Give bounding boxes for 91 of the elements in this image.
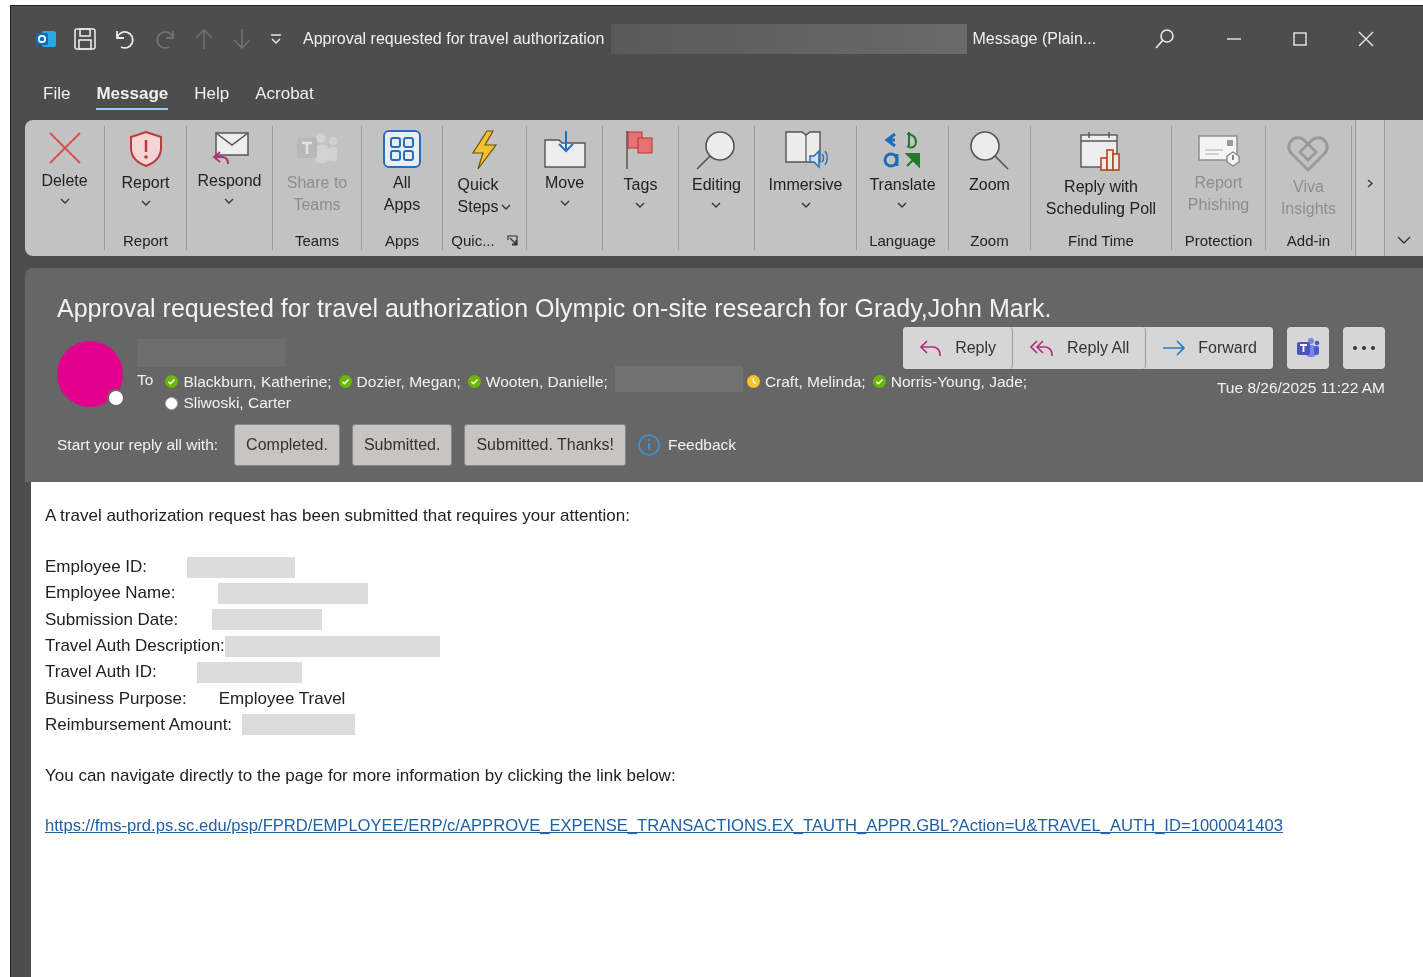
folder-arrow-icon: [543, 130, 586, 168]
lightning-icon: [469, 130, 500, 170]
magnifier-icon: [695, 130, 738, 170]
calendar-chart-icon: [1079, 130, 1123, 172]
ribbon-button-label: Immersive: [768, 175, 843, 195]
recipient-name[interactable]: Norris-Young, Jade;: [890, 372, 1028, 391]
ribbon-button[interactable]: Delete: [41, 126, 88, 230]
ribbon-button-label: Quick Steps: [457, 175, 499, 217]
teams-icon: [1296, 337, 1320, 359]
ribbon-button[interactable]: Editing: [692, 126, 741, 230]
recipient-name[interactable]: Wooten, Danielle;: [485, 372, 608, 391]
chevron-right-icon: [1367, 178, 1373, 188]
menu-tab[interactable]: Acrobat: [255, 80, 314, 110]
menu-tab[interactable]: Help: [194, 80, 230, 110]
recipient-name[interactable]: Blackburn, Katherine;: [183, 372, 332, 391]
quick-reply-label: Start your reply all with:: [57, 436, 219, 454]
body-text: You can navigate directly to the page for more information by clicking the link below:: [45, 766, 677, 787]
save-icon[interactable]: [73, 27, 97, 51]
group-label: Find Time: [1068, 231, 1134, 249]
ribbon-button-label: Tags: [623, 175, 658, 195]
field-label: Travel Auth Description:: [45, 636, 225, 657]
sent-date: Tue 8/26/2025 11:22 AM: [1216, 379, 1385, 397]
more-icon: [1353, 346, 1375, 350]
ribbon-button[interactable]: Zoom: [967, 126, 1012, 230]
ribbon-button[interactable]: Reply with Scheduling Poll: [1045, 126, 1157, 230]
x-icon: [46, 130, 83, 166]
ribbon-button-label: Zoom: [969, 175, 1010, 195]
ribbon-button-label: Report: [121, 173, 170, 193]
field-label: Employee ID:: [45, 557, 148, 578]
ribbon-button-label: Move: [544, 173, 585, 193]
ribbon-button-label: Editing: [692, 175, 741, 195]
to-label: To: [137, 371, 154, 390]
menu-tab[interactable]: File: [43, 80, 71, 110]
group-label: Report: [123, 231, 168, 249]
ribbon-button[interactable]: Respond: [197, 126, 262, 230]
window-title: Approval requested for travel authorization: [303, 30, 605, 48]
body-text: A travel authorization request has been submitted that requires your attention:: [45, 506, 631, 526]
maximize-icon[interactable]: [1292, 31, 1309, 47]
reply-arrow-icon: [919, 339, 944, 357]
presence-dot: [107, 389, 125, 407]
ribbon-button[interactable]: Report: [121, 126, 170, 230]
group-label: Apps: [384, 231, 420, 249]
email-subject: Approval requested for travel authorization Olympic on-site research for Grady,John Mark.: [57, 294, 1053, 323]
feedback-link[interactable]: Feedback: [667, 436, 737, 454]
field-value: Employee Travel: [218, 688, 346, 709]
ribbon-button[interactable]: Tags: [623, 126, 658, 230]
ribbon-button[interactable]: All Apps: [383, 126, 421, 230]
field-label: Submission Date:: [45, 609, 179, 630]
ribbon-button-label: All Apps: [383, 173, 421, 215]
action-button[interactable]: Reply: [903, 327, 1014, 369]
forward-arrow-icon: [1162, 340, 1187, 356]
shield-icon: [127, 130, 164, 168]
app-logo-icon[interactable]: [35, 28, 57, 50]
book-speaker-icon: [783, 130, 828, 170]
apps-grid-icon: [383, 130, 421, 168]
quick-reply-button[interactable]: Submitted.: [351, 424, 453, 466]
field-label: Reimbursement Amount:: [45, 714, 233, 735]
group-label: Teams: [294, 231, 340, 249]
group-label: Protection: [1184, 231, 1253, 249]
field-label: Travel Auth ID:: [45, 662, 157, 683]
recipient-name[interactable]: Sliwoski, Carter: [183, 394, 292, 412]
more-button[interactable]: [1343, 327, 1385, 369]
ribbon-button[interactable]: Translate: [869, 126, 936, 230]
info-icon: [637, 434, 660, 456]
quick-reply-button[interactable]: Completed.: [234, 424, 340, 466]
group-label: Language: [869, 231, 936, 249]
ribbon-button[interactable]: Immersive: [768, 126, 843, 230]
ribbon-button-label: Respond: [197, 171, 262, 191]
chevron-down-icon: [1397, 236, 1411, 244]
dialog-launcher-icon[interactable]: [506, 234, 518, 246]
ribbon-button-label: Reply with Scheduling Poll: [1045, 177, 1157, 219]
recipient-name[interactable]: Dozier, Megan;: [356, 372, 461, 391]
customize-toolbar-icon[interactable]: [269, 32, 283, 46]
field-label: Employee Name:: [45, 583, 176, 604]
approval-link[interactable]: https://fms-prd.ps.sc.edu/psp/FPRD/EMPLOYEE/ERP/c/APPROVE_EXPENSE_TRANSACTIONS.EX_TAUTH_APPR.GBL?Action=U&TRAVEL_AUTH_ID=1000041403: [45, 816, 1283, 836]
field-label: Business Purpose:: [45, 688, 187, 709]
close-icon[interactable]: [1358, 31, 1375, 47]
reply-all-arrow-icon: [1029, 339, 1056, 357]
group-label: Zoom: [970, 231, 1009, 249]
window-subtitle: Message (Plain...: [972, 30, 1097, 48]
group-label: Add-in: [1286, 231, 1331, 249]
teams-button[interactable]: [1287, 327, 1329, 369]
menu-tab[interactable]: Message: [96, 80, 169, 110]
ribbon-button[interactable]: Move: [543, 126, 586, 230]
group-label: Quic...: [451, 231, 495, 249]
search-icon[interactable]: [1154, 28, 1177, 50]
ribbon-button-label: Translate: [869, 175, 936, 195]
ribbon-button-label: Delete: [41, 171, 88, 191]
quick-reply-button[interactable]: Submitted. Thanks!: [464, 424, 626, 466]
ribbon-button[interactable]: Quick Steps: [457, 126, 512, 230]
recipient-name[interactable]: Craft, Melinda;: [764, 372, 866, 391]
